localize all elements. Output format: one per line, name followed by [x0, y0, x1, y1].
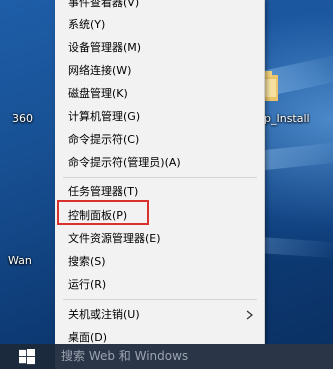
- menu-item-shutdown-signout[interactable]: 关机或注销(U): [55, 304, 263, 326]
- menu-separator: [63, 177, 257, 178]
- menu-item-computer-management[interactable]: 计算机管理(G): [55, 106, 263, 128]
- menu-item-label: 命令提示符(管理员)(A): [68, 156, 181, 169]
- menu-item-system[interactable]: 系统(Y): [55, 14, 263, 36]
- start-button[interactable]: [0, 344, 55, 369]
- menu-item-disk-management[interactable]: 磁盘管理(K): [55, 83, 263, 105]
- menu-item-label: 系统(Y): [68, 18, 106, 31]
- menu-item-label: 搜索(S): [68, 255, 106, 268]
- menu-item-command-prompt-admin[interactable]: 命令提示符(管理员)(A): [55, 152, 263, 174]
- menu-item-label: 文件资源管理器(E): [68, 232, 161, 245]
- menu-item-search[interactable]: 搜索(S): [55, 251, 263, 273]
- menu-item-label: 网络连接(W): [68, 64, 132, 77]
- menu-item-command-prompt[interactable]: 命令提示符(C): [55, 129, 263, 151]
- menu-item-label: 计算机管理(G): [68, 110, 141, 123]
- menu-item-label: 事件查看器(V): [68, 0, 140, 9]
- taskbar-search-box[interactable]: 搜索 Web 和 Windows: [55, 344, 333, 369]
- control-panel-highlight-box: [57, 200, 149, 225]
- menu-item-label: 关机或注销(U): [68, 308, 140, 321]
- desktop-icon-label-install[interactable]: p_Install: [264, 112, 310, 125]
- desktop-icon-label-360[interactable]: 360: [12, 112, 33, 125]
- menu-separator: [63, 299, 257, 300]
- menu-item-label: 运行(R): [68, 278, 107, 291]
- menu-item-run[interactable]: 运行(R): [55, 274, 263, 296]
- search-placeholder: 搜索 Web 和 Windows: [61, 349, 189, 363]
- winx-context-menu: 事件查看器(V) 系统(Y) 设备管理器(M) 网络连接(W) 磁盘管理(K) …: [55, 0, 265, 353]
- menu-item-event-viewer[interactable]: 事件查看器(V): [55, 0, 263, 14]
- taskbar: 搜索 Web 和 Windows: [0, 344, 333, 369]
- menu-item-device-manager[interactable]: 设备管理器(M): [55, 37, 263, 59]
- menu-item-network-connections[interactable]: 网络连接(W): [55, 60, 263, 82]
- windows-logo-icon: [19, 349, 35, 365]
- desktop-icon-label-wan[interactable]: Wan: [8, 254, 32, 267]
- chevron-right-icon: [246, 310, 253, 320]
- menu-item-label: 设备管理器(M): [68, 41, 142, 54]
- menu-item-file-explorer[interactable]: 文件资源管理器(E): [55, 228, 263, 250]
- menu-item-label: 命令提示符(C): [68, 133, 140, 146]
- menu-item-label: 磁盘管理(K): [68, 87, 128, 100]
